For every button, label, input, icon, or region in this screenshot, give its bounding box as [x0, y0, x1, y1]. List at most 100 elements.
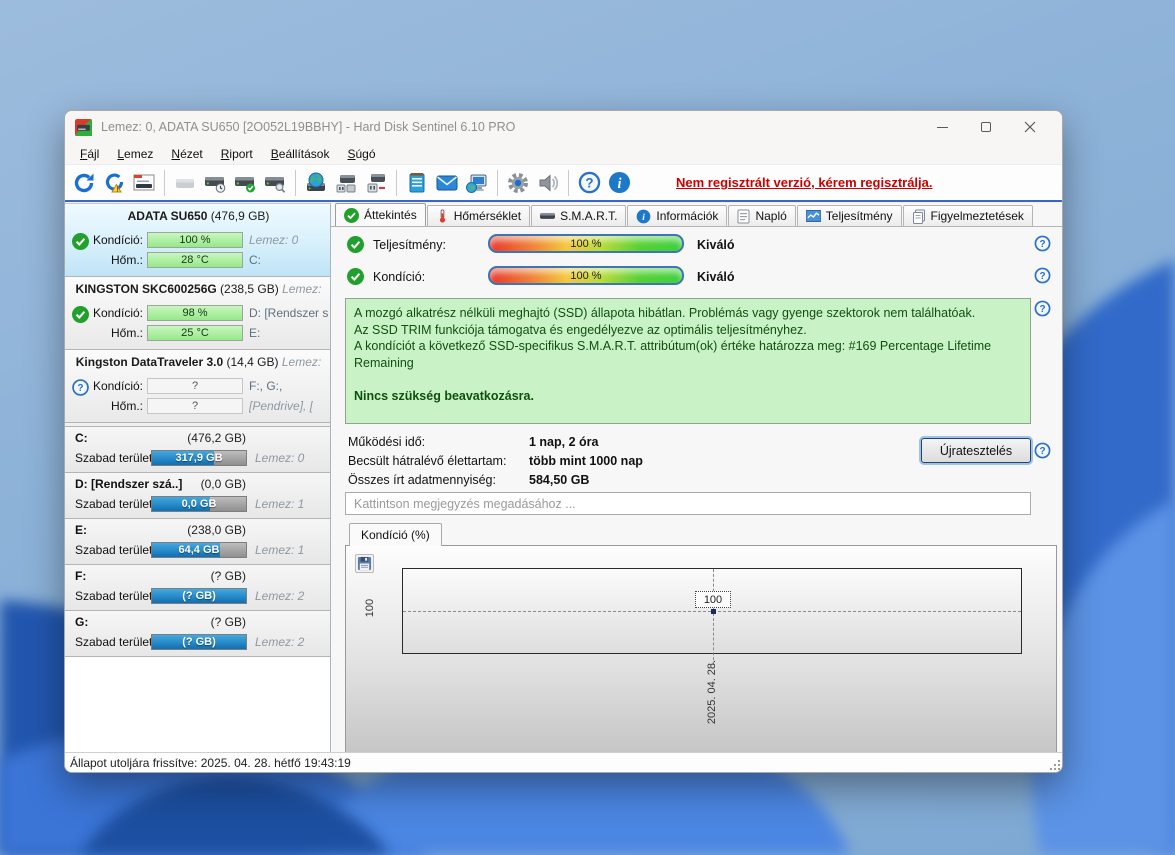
- network-disk-icon[interactable]: [301, 168, 331, 198]
- partition-item-f[interactable]: F: (? GB) Szabad terület (? GB) Lemez: 2: [65, 565, 330, 611]
- network-computer-icon[interactable]: [462, 168, 492, 198]
- menu-file[interactable]: Fájl: [71, 145, 108, 163]
- performance-gauge: 100 %: [488, 234, 684, 253]
- toolbar-separator: [164, 169, 165, 196]
- disk-surface-test-icon[interactable]: [260, 168, 290, 198]
- status-line: Az SSD TRIM funkciója támogatva és enged…: [354, 322, 807, 337]
- toolbar-separator: [396, 169, 397, 196]
- lifetime-value: több mint 1000 nap: [529, 454, 643, 468]
- disk-test-ok-icon[interactable]: [230, 168, 260, 198]
- close-button[interactable]: [1008, 112, 1052, 142]
- check-circle-icon: [344, 207, 359, 223]
- statusbar: Állapot utoljára frissítve: 2025. 04. 28…: [65, 752, 1062, 772]
- menu-view[interactable]: Nézet: [162, 145, 211, 163]
- disk-number: Lemez: 1: [255, 543, 305, 557]
- drive-letters: [Pendrive], [: [249, 399, 314, 413]
- disk-number: Lemez: 0: [255, 451, 305, 465]
- menu-help[interactable]: Súgó: [338, 145, 384, 163]
- disk-item-kingston-skc600[interactable]: KINGSTON SKC600256G (238,5 GB) Lemez: Ko…: [65, 277, 330, 350]
- condition-label: Kondíció:: [92, 306, 143, 320]
- minimize-button[interactable]: [920, 112, 964, 142]
- total-written-value: 584,50 GB: [529, 473, 590, 487]
- tab-temperature[interactable]: Hőmérséklet: [426, 205, 531, 226]
- settings-gear-icon[interactable]: [503, 168, 533, 198]
- email-icon[interactable]: [432, 168, 462, 198]
- sidebar-empty-area: [65, 657, 330, 752]
- sound-icon[interactable]: [533, 168, 563, 198]
- condition-gauge: 100 %: [488, 266, 684, 285]
- refresh-icon[interactable]: [69, 168, 99, 198]
- chart-plot-area: 100: [402, 568, 1022, 665]
- svg-text:?: ?: [1039, 271, 1045, 282]
- disk-item-kingston-datatraveler[interactable]: Kingston DataTraveler 3.0 (14,4 GB) Leme…: [65, 350, 330, 423]
- svg-text:i: i: [643, 212, 646, 222]
- tab-performance[interactable]: Teljesítmény: [796, 205, 902, 226]
- disk-title: KINGSTON SKC600256G (238,5 GB) Lemez:: [75, 282, 322, 296]
- help-icon[interactable]: ?: [1034, 235, 1051, 252]
- partition-item-c[interactable]: C: (476,2 GB) Szabad terület 317,9 GB Le…: [65, 427, 330, 473]
- chart-icon: [805, 210, 821, 222]
- tab-alerts[interactable]: Figyelmeztetések: [902, 205, 1033, 226]
- help-icon[interactable]: ?: [1034, 267, 1051, 284]
- hard-disk-sentinel-window: Lemez: 0, ADATA SU650 [2O052L19BBHY] - H…: [64, 110, 1063, 773]
- log-icon[interactable]: [402, 168, 432, 198]
- disk-offline-icon[interactable]: [170, 168, 200, 198]
- performance-rating: Kiváló: [697, 238, 735, 252]
- disk-disconnect-icon[interactable]: [361, 168, 391, 198]
- svg-text:i: i: [617, 176, 621, 192]
- comment-input[interactable]: [345, 492, 1031, 515]
- menu-settings[interactable]: Beállítások: [262, 145, 339, 163]
- toolbar-separator: [295, 169, 296, 196]
- retest-button[interactable]: Újratesztelés: [921, 438, 1031, 463]
- app-icon: [75, 118, 92, 136]
- disk-item-adata-su650[interactable]: ADATA SU650 (476,9 GB) Kondíció: 100 % Lem…: [65, 204, 330, 277]
- svg-text:?: ?: [1039, 446, 1045, 457]
- svg-text:!: !: [117, 186, 119, 193]
- document-icon: [737, 209, 750, 223]
- crosshair-vertical: [713, 569, 714, 665]
- partition-item-e[interactable]: E: (238,0 GB) Szabad terület 64,4 GB Lem…: [65, 519, 330, 565]
- temperature-label: Hőm.:: [110, 253, 143, 267]
- tab-log[interactable]: Napló: [728, 205, 796, 226]
- disk-connect-icon[interactable]: [331, 168, 361, 198]
- tab-smart[interactable]: S.M.A.R.T.: [531, 205, 627, 226]
- disk-number: Lemez: 2: [255, 589, 305, 603]
- resize-grip[interactable]: [1046, 756, 1060, 770]
- tab-information[interactable]: i Információk: [627, 205, 728, 226]
- status-line: A mozgó alkatrész nélküli meghajtó (SSD)…: [354, 306, 976, 320]
- tab-overview[interactable]: Áttekintés: [335, 203, 426, 226]
- free-space-bar: (? GB): [151, 588, 247, 604]
- disk-schedule-icon[interactable]: [200, 168, 230, 198]
- disk-number: Lemez: 2: [255, 635, 305, 649]
- help-icon[interactable]: ?: [574, 168, 604, 198]
- disk-icon: [540, 213, 556, 219]
- toolbar: ! ? i Nem regisztrált verzió, kérem regi…: [65, 165, 1062, 202]
- maximize-icon: [981, 122, 991, 132]
- menu-report[interactable]: Riport: [212, 145, 262, 163]
- close-icon: [1024, 121, 1036, 133]
- help-icon[interactable]: ?: [1034, 442, 1051, 459]
- lifetime-label: Becsült hátralévő élettartam:: [348, 454, 507, 468]
- partition-item-d[interactable]: D: [Rendszer szá..] (0,0 GB) Szabad terü…: [65, 473, 330, 519]
- help-icon[interactable]: ?: [1034, 300, 1051, 317]
- chart-tab-condition[interactable]: Kondíció (%): [349, 523, 442, 546]
- info-icon[interactable]: i: [604, 168, 634, 198]
- report-icon[interactable]: [129, 168, 159, 198]
- refresh-warning-icon[interactable]: !: [99, 168, 129, 198]
- partition-item-g[interactable]: G: (? GB) Szabad terület (? GB) Lemez: 2: [65, 611, 330, 657]
- disk-number: Lemez: 0: [249, 233, 299, 247]
- save-chart-icon[interactable]: [355, 554, 374, 573]
- condition-bar: 98 %: [147, 305, 243, 321]
- drive-letters: D: [Rendszer s: [249, 306, 329, 320]
- condition-bar: ?: [147, 378, 243, 394]
- menu-disk[interactable]: Lemez: [108, 145, 162, 163]
- titlebar[interactable]: Lemez: 0, ADATA SU650 [2O052L19BBHY] - H…: [65, 111, 1062, 143]
- desktop: Lemez: 0, ADATA SU650 [2O052L19BBHY] - H…: [0, 0, 1175, 855]
- maximize-button[interactable]: [964, 112, 1008, 142]
- free-space-bar: 0,0 GB: [151, 496, 247, 512]
- toolbar-separator: [568, 169, 569, 196]
- temperature-bar: 28 °C: [147, 252, 243, 268]
- last-updated-text: Állapot utoljára frissítve: 2025. 04. 28…: [70, 755, 351, 770]
- register-notice-link[interactable]: Nem regisztrált verzió, kérem regisztrál…: [676, 175, 933, 190]
- advice-text: Nincs szükség beavatkozásra.: [354, 389, 534, 403]
